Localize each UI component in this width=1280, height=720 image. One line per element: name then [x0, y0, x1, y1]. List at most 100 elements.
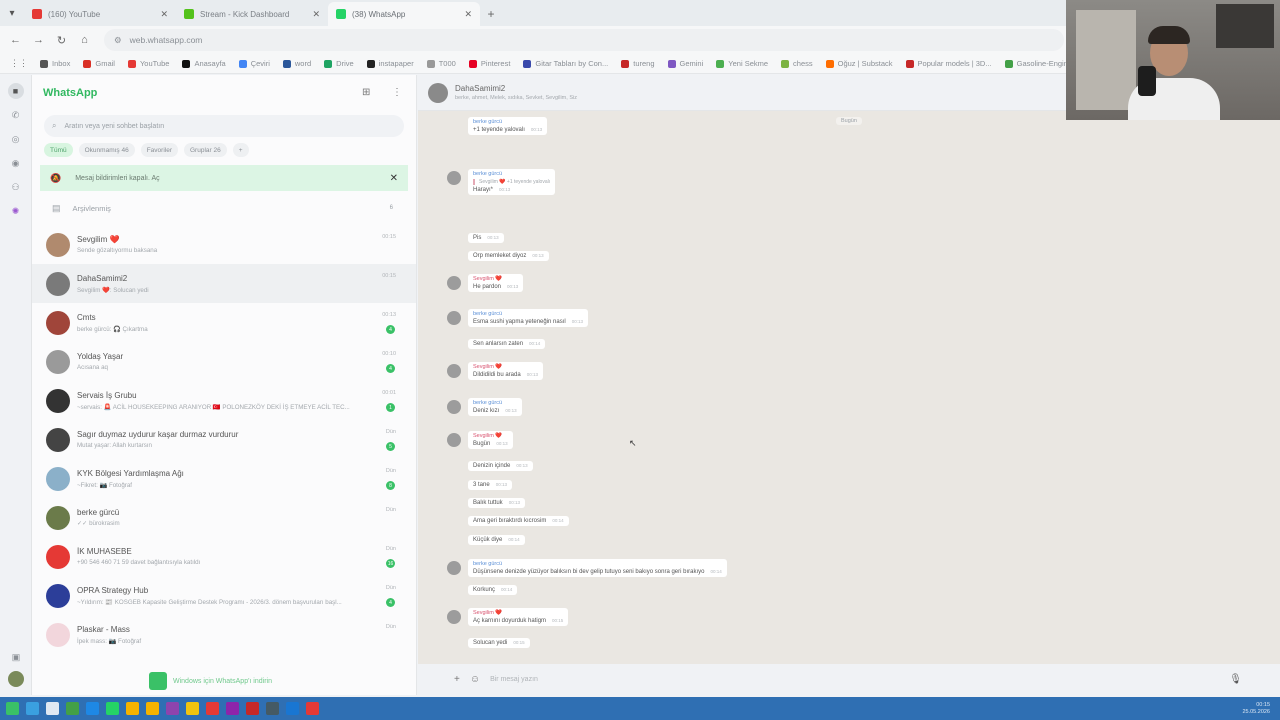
message-bubble[interactable]: Ama geri bıraktırdı kıcrosim 00:14 — [468, 516, 569, 526]
url-input[interactable]: ⚙ web.whatsapp.com — [104, 29, 1064, 51]
chat-item[interactable]: KYK Bölgesi Yardımlaşma Ağı ~Fikret: 📷 Fo… — [32, 459, 416, 498]
taskbar-app-icon[interactable] — [186, 702, 199, 715]
bookmark-item[interactable]: Inbox — [40, 59, 70, 68]
quoted-message[interactable]: Sevgilim ❤️ +1 teyende yalovalı — [473, 179, 550, 185]
bookmark-item[interactable]: Anasayfa — [182, 59, 226, 68]
bookmark-item[interactable]: Gasoline-Engine — [1004, 59, 1072, 68]
taskbar-app-icon[interactable] — [106, 702, 119, 715]
back-icon[interactable]: ← — [4, 34, 27, 46]
close-icon[interactable]: ✕ — [464, 9, 472, 20]
chat-item[interactable]: berke gürcü ✓✓ bürokrasim Dün — [32, 498, 416, 537]
notifications-banner[interactable]: 🔕 Mesaj bildirimleri kapalı. Aç ✕ — [40, 165, 408, 191]
close-icon[interactable]: ✕ — [160, 9, 168, 20]
chat-item[interactable]: Sagır duymaz uydurur kaşar durmaz vurdur… — [32, 420, 416, 459]
taskbar-clock[interactable]: 00:15 25.05.2026 — [1242, 702, 1270, 716]
sender-avatar[interactable] — [447, 311, 461, 325]
chat-item[interactable]: Plaskar - Mass İpek mass: 📷 Fotoğraf Dün — [32, 615, 416, 654]
close-icon[interactable]: ✕ — [390, 173, 398, 184]
taskbar-app-icon[interactable] — [26, 702, 39, 715]
microphone-icon[interactable]: 🎙 — [1229, 674, 1242, 685]
taskbar-app-icon[interactable] — [266, 702, 279, 715]
message-bubble[interactable]: berke gürcü Düşünsene denizde yüzüyor bal… — [468, 559, 727, 577]
bookmark-item[interactable]: word — [282, 59, 311, 68]
bookmark-item[interactable]: chess — [781, 59, 813, 68]
taskbar-app-icon[interactable] — [66, 702, 79, 715]
message-bubble[interactable]: Denizin içinde 00:13 — [468, 461, 533, 471]
filter-chip[interactable]: Favoriler — [140, 143, 178, 157]
message-bubble[interactable]: berke gürcü +1 teyende yalovalı 00:13 — [468, 117, 548, 135]
chat-item[interactable]: OPRA Strategy Hub ~Yıldırım: 📰 KOSGEB Kap… — [32, 576, 416, 615]
calls-icon[interactable]: ✆ — [8, 107, 24, 123]
bookmark-item[interactable]: Drive — [324, 59, 354, 68]
message-bubble[interactable]: Sevgilim ❤️ He pardon 00:13 — [468, 274, 524, 292]
bookmark-item[interactable]: tureng — [621, 59, 655, 68]
site-info-icon[interactable]: ⚙ — [114, 35, 122, 46]
bookmark-item[interactable]: Gitar Tabları by Con... — [523, 59, 608, 68]
chat-item[interactable]: Sevgilim ❤️ Sende gözaltıyormu baksana 00:… — [32, 225, 416, 264]
message-bubble[interactable]: Sevgilim ❤️ Dildidildi bu arada 00:13 — [468, 362, 543, 380]
emoji-icon[interactable]: ☺ — [470, 674, 480, 685]
taskbar-app-icon[interactable] — [226, 702, 239, 715]
home-icon[interactable]: ⌂ — [73, 34, 96, 46]
new-tab-button[interactable]: + — [480, 2, 502, 26]
taskbar-app-icon[interactable] — [166, 702, 179, 715]
taskbar-app-icon[interactable] — [206, 702, 219, 715]
message-bubble[interactable]: berke gürcü Deniz kızı 00:13 — [468, 398, 522, 416]
chat-item[interactable]: Servais İş Grubu ~servais: 🚨 ACİL HOUSEKE… — [32, 381, 416, 420]
new-chat-icon[interactable]: ⊞ — [362, 87, 370, 98]
sender-avatar[interactable] — [447, 364, 461, 378]
message-bubble[interactable]: Sevgilim ❤️ Bugün 00:13 — [468, 431, 513, 449]
chat-item[interactable]: Cmts berke gürcü: 🎧 Çıkartma 00:13 4 — [32, 303, 416, 342]
bookmark-item[interactable]: Popular models | 3D... — [905, 59, 992, 68]
bookmark-item[interactable]: YouTube — [127, 59, 169, 68]
menu-icon[interactable]: ⋮ — [392, 87, 402, 98]
message-bubble[interactable]: Korkunç 00:14 — [468, 585, 518, 595]
tab-kick[interactable]: Stream - Kick Dashboard ✕ — [176, 2, 328, 26]
profile-avatar[interactable] — [8, 671, 24, 687]
taskbar-app-icon[interactable] — [46, 702, 59, 715]
taskbar-app-icon[interactable] — [146, 702, 159, 715]
bookmark-item[interactable]: Pinterest — [468, 59, 510, 68]
message-input[interactable]: Bir mesaj yazın — [490, 676, 538, 683]
tab-youtube[interactable]: (160) YouTube ✕ — [24, 2, 176, 26]
message-bubble[interactable]: Sevgilim ❤️ Aç karnını doyurduk hatigm 00:… — [468, 608, 569, 626]
taskbar-app-icon[interactable] — [126, 702, 139, 715]
message-bubble[interactable]: Solucan yedi 00:15 — [468, 638, 530, 648]
filter-chip[interactable]: Okunmamış 46 — [78, 143, 135, 157]
sender-avatar[interactable] — [447, 610, 461, 624]
message-bubble[interactable]: Orp memleket diyoz 00:13 — [468, 251, 549, 261]
message-bubble[interactable]: 3 tane 00:13 — [468, 480, 512, 490]
taskbar-app-icon[interactable] — [306, 702, 319, 715]
group-avatar[interactable] — [428, 82, 448, 103]
chat-item[interactable]: İK MUHASEBE +90 546 460 71 59 davet bağla… — [32, 537, 416, 576]
message-bubble[interactable]: Balık tuttuk 00:13 — [468, 498, 525, 508]
channels-icon[interactable]: ◉ — [8, 155, 24, 171]
search-input[interactable]: ⌕ Aratın veya yeni sohbet başlatın — [44, 115, 404, 137]
bookmark-item[interactable]: Yeni Sekme — [716, 59, 768, 68]
bookmark-item[interactable]: Gemini — [667, 59, 703, 68]
message-bubble[interactable]: berke gürcü Esma sushi yapma yeteneğin na… — [468, 309, 588, 327]
bookmark-item[interactable]: instapaper — [366, 59, 414, 68]
forward-icon[interactable]: → — [27, 34, 50, 46]
close-icon[interactable]: ✕ — [312, 9, 320, 20]
filter-chip[interactable]: Gruplar 26 — [184, 143, 227, 157]
chat-item[interactable]: Yoldaş Yaşar Acısana aq 00:10 4 — [32, 342, 416, 381]
media-icon[interactable]: ▣ — [8, 649, 24, 665]
reload-icon[interactable]: ↻ — [50, 34, 73, 47]
taskbar-app-icon[interactable] — [246, 702, 259, 715]
filter-chip[interactable]: Tümü — [44, 143, 73, 157]
filter-chip[interactable]: + — [232, 143, 249, 157]
archived-row[interactable]: ▤ Arşivlenmiş 6 — [32, 191, 416, 225]
chat-item[interactable]: DahaSamimi2 Sevgilim ❤️: Solucan yedi 00:1… — [32, 264, 416, 303]
message-bubble[interactable]: Pis 00:13 — [468, 233, 504, 243]
taskbar-app-icon[interactable] — [286, 702, 299, 715]
bookmark-item[interactable]: Gmail — [83, 59, 115, 68]
apps-grid-icon[interactable]: ⋮⋮ — [10, 58, 28, 69]
message-bubble[interactable]: berke gürcü Sevgilim ❤️ +1 teyende yalova… — [468, 169, 556, 195]
communities-icon[interactable]: ⚇ — [8, 179, 24, 195]
sender-avatar[interactable] — [447, 171, 461, 185]
tab-search-chevron-icon[interactable]: ▾ — [0, 0, 24, 26]
sender-avatar[interactable] — [447, 276, 461, 290]
sender-avatar[interactable] — [447, 561, 461, 575]
message-bubble[interactable]: Sen anlarsın zaten 00:14 — [468, 339, 546, 349]
